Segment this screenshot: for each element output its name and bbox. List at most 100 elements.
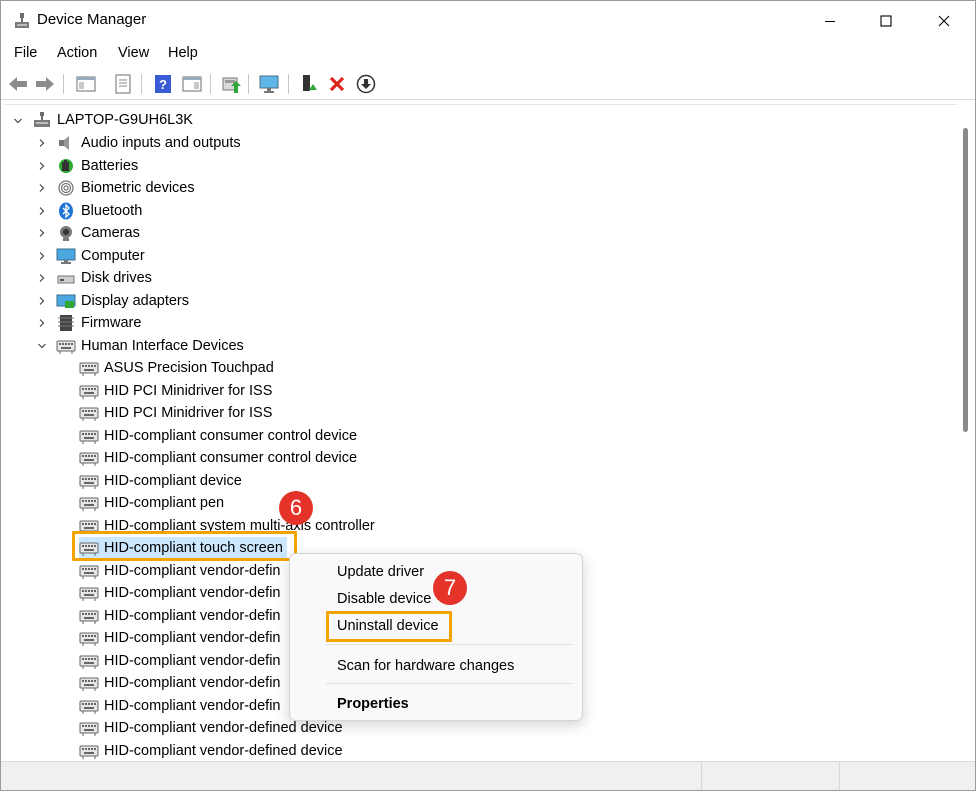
vertical-scrollbar[interactable] <box>957 104 975 760</box>
hid-device-icon <box>79 655 99 669</box>
chevron-down-icon[interactable] <box>37 341 47 351</box>
chevron-right-icon[interactable] <box>37 161 47 171</box>
maximize-button[interactable] <box>863 1 909 41</box>
chevron-down-icon[interactable] <box>13 116 23 126</box>
toolbar-separator <box>210 74 211 94</box>
firmware-icon <box>58 315 74 331</box>
category-item[interactable]: Human Interface Devices <box>56 335 244 357</box>
category-item[interactable]: Biometric devices <box>56 177 195 199</box>
tree-item-label: HID PCI Minidriver for ISS <box>104 382 273 399</box>
tree-item[interactable]: HID PCI Minidriver for ISS <box>79 380 272 402</box>
disable-device-button[interactable] <box>354 72 378 96</box>
tree-item-label: HID-compliant vendor-defined device <box>104 720 343 736</box>
close-button[interactable] <box>921 1 967 41</box>
toolbar: ? <box>1 69 975 100</box>
enable-device-button[interactable] <box>297 72 321 96</box>
forward-icon <box>36 77 54 91</box>
hid-device-icon <box>79 475 99 489</box>
tree-item[interactable]: HID-compliant device <box>79 470 242 492</box>
tree-item[interactable]: HID PCI Minidriver for ISS <box>79 402 272 424</box>
tree-item[interactable]: HID-compliant consumer control device <box>79 447 357 469</box>
display-adapter-icon <box>56 294 76 308</box>
ctx-properties[interactable]: Properties <box>337 696 409 712</box>
tree-root[interactable]: LAPTOP-G9UH6L3K <box>32 109 193 131</box>
category-label: Human Interface Devices <box>81 337 244 354</box>
hid-device-icon <box>79 677 99 691</box>
tree-item-label: HID-compliant vendor-defin <box>104 585 281 601</box>
chevron-right-icon[interactable] <box>37 138 47 148</box>
disk-drive-icon <box>57 275 75 284</box>
category-item[interactable]: Disk drives <box>56 267 152 289</box>
menu-bar: File Action View Help <box>1 41 975 67</box>
hid-device-icon <box>79 610 99 624</box>
tree-item[interactable]: HID-compliant vendor-defin <box>79 672 281 694</box>
ctx-separator <box>326 644 572 645</box>
tree-item[interactable]: HID-compliant vendor-defined device <box>79 740 343 762</box>
tree-item[interactable]: ASUS Precision Touchpad <box>79 357 274 379</box>
ctx-update-driver[interactable]: Update driver <box>337 564 424 580</box>
category-label: Bluetooth <box>81 202 143 219</box>
scroll-thumb[interactable] <box>963 128 968 432</box>
hid-device-icon <box>79 385 99 399</box>
tree-item[interactable]: HID-compliant vendor-defin <box>79 627 281 649</box>
category-label: Display adapters <box>81 292 189 309</box>
update-driver-button[interactable] <box>219 72 243 96</box>
hid-device-icon <box>79 745 99 759</box>
properties-button[interactable] <box>111 72 135 96</box>
toolbar-separator <box>288 74 289 94</box>
tree-item[interactable]: HID-compliant vendor-defin <box>79 695 281 717</box>
category-item[interactable]: Display adapters <box>56 290 189 312</box>
tree-item[interactable]: HID-compliant pen <box>79 492 224 514</box>
help-button[interactable]: ? <box>151 72 175 96</box>
menu-action[interactable]: Action <box>57 45 97 61</box>
menu-view[interactable]: View <box>118 45 149 61</box>
tree-item-label: HID-compliant consumer control device <box>104 427 358 444</box>
tree-item[interactable]: HID-compliant vendor-defin <box>79 650 281 672</box>
speaker-icon <box>59 136 69 150</box>
console-tree-button[interactable] <box>74 72 98 96</box>
category-item[interactable]: Batteries <box>56 155 138 177</box>
forward-button[interactable] <box>33 72 57 96</box>
minimize-button[interactable] <box>807 1 853 41</box>
back-button[interactable] <box>6 72 30 96</box>
tree-item-label: HID-compliant vendor-defin <box>104 607 281 624</box>
hid-device-icon <box>79 497 99 511</box>
scan-hardware-button[interactable] <box>257 72 281 96</box>
category-label: Batteries <box>81 157 139 174</box>
uninstall-device-button[interactable] <box>325 72 349 96</box>
chevron-right-icon[interactable] <box>37 228 47 238</box>
tree-root-label: LAPTOP-G9UH6L3K <box>57 112 193 128</box>
tree-item-label: HID-compliant device <box>104 472 242 489</box>
action-pane-button[interactable] <box>180 72 204 96</box>
hid-device-icon <box>79 430 99 444</box>
battery-icon <box>59 158 73 173</box>
chevron-right-icon[interactable] <box>37 296 47 306</box>
chevron-right-icon[interactable] <box>37 251 47 261</box>
tree-item[interactable]: HID-compliant vendor-defin <box>79 582 281 604</box>
webcam-icon <box>60 226 72 241</box>
chevron-right-icon[interactable] <box>37 183 47 193</box>
category-item[interactable]: Audio inputs and outputs <box>56 132 241 154</box>
tree-item[interactable]: HID-compliant consumer control device <box>79 425 357 447</box>
update-driver-icon <box>222 77 241 93</box>
category-item[interactable]: Firmware <box>56 312 141 334</box>
chevron-right-icon[interactable] <box>37 273 47 283</box>
help-icon: ? <box>155 75 171 93</box>
toolbar-separator <box>141 74 142 94</box>
tree-item[interactable]: HID-compliant vendor-defin <box>79 560 281 582</box>
chevron-right-icon[interactable] <box>37 318 47 328</box>
category-item[interactable]: Cameras <box>56 222 140 244</box>
step-6-badge: 6 <box>279 491 313 525</box>
category-label: Firmware <box>81 315 142 331</box>
action-pane-icon <box>182 76 202 92</box>
ctx-scan-hardware[interactable]: Scan for hardware changes <box>337 658 514 674</box>
hid-device-icon <box>79 452 99 466</box>
chevron-right-icon[interactable] <box>37 206 47 216</box>
tree-item[interactable]: HID-compliant vendor-defin <box>79 605 281 627</box>
enable-device-icon <box>303 75 317 91</box>
ctx-disable-device[interactable]: Disable device <box>337 591 431 607</box>
category-item[interactable]: Bluetooth <box>56 200 142 222</box>
menu-help[interactable]: Help <box>168 45 198 61</box>
category-item[interactable]: Computer <box>56 245 145 267</box>
menu-file[interactable]: File <box>14 45 37 61</box>
